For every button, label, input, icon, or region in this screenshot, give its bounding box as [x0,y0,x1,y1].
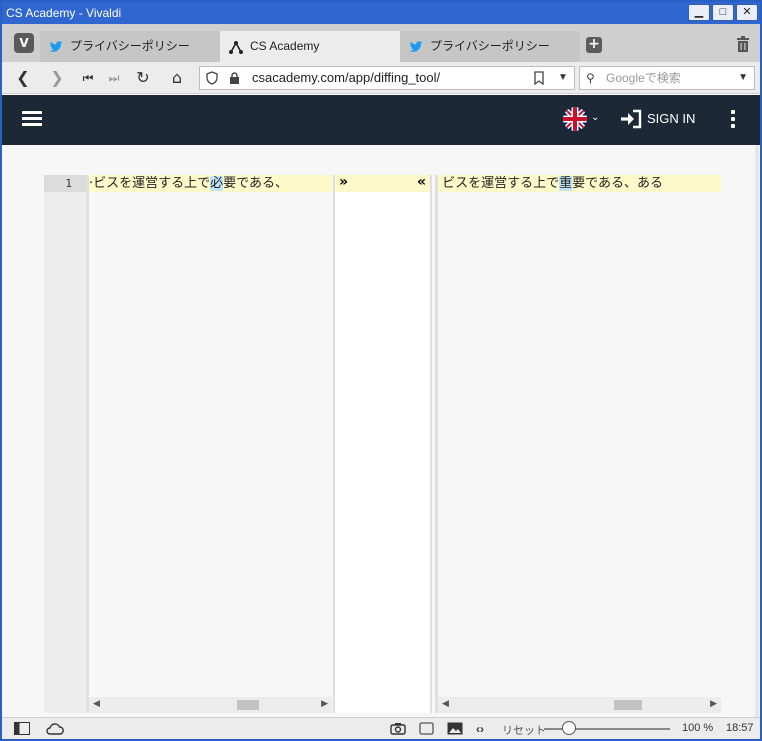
site-header: ⌄ SIGN IN [2,95,760,145]
search-field[interactable]: ⚲ Googleで検索 ▼ [579,66,755,90]
page-actions-icon[interactable]: ‹› [476,722,484,736]
merge-column: » « [333,174,432,713]
left-editor[interactable]: ·ビスを運営する上で必要である、 ◀ ▶ [86,175,332,713]
twitter-icon [409,41,423,52]
shield-icon[interactable] [206,71,218,85]
line-number: 1 [44,175,86,192]
url-dropdown-icon[interactable]: ▼ [558,67,568,89]
merge-to-right-button[interactable]: » [339,174,348,190]
scroll-left-arrow[interactable]: ◀ [93,699,100,709]
zoom-slider-knob[interactable] [562,721,576,735]
trash-icon[interactable] [736,36,750,53]
image-toggle-icon[interactable] [447,722,463,735]
line-number-gutter: 1 [44,175,86,713]
merge-row: » « [335,174,430,192]
lock-icon [230,72,239,84]
tab-privacy-policy-2[interactable]: プライバシーポリシー [400,31,580,62]
bookmark-icon[interactable] [534,71,544,85]
left-horizontal-scrollbar[interactable]: ◀ ▶ [89,697,332,713]
search-icon: ⚲ [586,71,595,85]
minimize-button[interactable]: ▁ [688,4,710,21]
scroll-left-arrow[interactable]: ◀ [442,699,449,709]
browser-window: CS Academy - Vivaldi ▁ □ ✕ V プライバシーポリシー … [0,0,762,741]
tab-cs-academy[interactable]: CS Academy [220,31,400,62]
right-text-after: 要である、ある [572,176,664,191]
csacademy-icon [229,41,243,54]
tab-label: CS Academy [250,39,320,53]
scroll-thumb[interactable] [614,700,642,710]
address-bar: ❮ ❯ ⏮ ⏭ ↻ ⌂ csacademy.com/app/diffing_to… [2,62,760,94]
vivaldi-menu-icon[interactable]: V [14,33,34,53]
uk-flag-icon[interactable] [563,107,587,131]
menu-icon[interactable] [22,111,42,127]
tab-privacy-policy-1[interactable]: プライバシーポリシー [40,31,220,62]
back-icon[interactable]: ❮ [14,69,32,87]
close-button[interactable]: ✕ [736,4,758,21]
tab-label: プライバシーポリシー [430,39,550,53]
left-changed-char: 必 [210,176,224,191]
sign-in-icon[interactable] [620,109,642,129]
window-title: CS Academy - Vivaldi [6,6,122,20]
left-text-before: ·ビスを運営する上で [89,176,211,191]
url-text: csacademy.com/app/diffing_tool/ [252,70,441,85]
panel-toggle-icon[interactable] [14,722,30,735]
page-vertical-scrollbar[interactable] [755,145,759,717]
tab-label: プライバシーポリシー [70,39,190,53]
clock: 18:57 [726,722,754,734]
status-bar: ‹› リセット 100 % 18:57 [2,717,760,739]
new-tab-icon[interactable]: + [586,37,602,53]
right-text-before: ビスを運営する上で [442,176,560,191]
window-controls: ▁ □ ✕ [688,4,758,21]
merge-to-left-button[interactable]: « [417,174,426,190]
twitter-icon [49,41,63,52]
title-bar: CS Academy - Vivaldi ▁ □ ✕ [2,2,760,24]
more-options-icon[interactable] [731,110,735,128]
diff-tool: 1 ·ビスを運営する上で必要である、 ◀ ▶ » « ビスを運営する上で重要であ… [2,145,760,717]
left-text-after: 要である、 [223,176,289,191]
zoom-level: 100 % [682,722,714,734]
scroll-right-arrow[interactable]: ▶ [321,699,328,709]
home-icon[interactable]: ⌂ [168,69,186,87]
scroll-thumb[interactable] [237,700,259,710]
sign-in-button[interactable]: SIGN IN [647,111,695,126]
right-editor[interactable]: ビスを運営する上で重要である、ある ◀ ▶ [435,175,721,713]
sync-cloud-icon[interactable] [46,722,64,735]
forward-icon[interactable]: ❯ [48,69,66,87]
right-changed-char: 重 [559,176,573,191]
scroll-right-arrow[interactable]: ▶ [710,699,717,709]
language-dropdown-icon[interactable]: ⌄ [591,112,599,123]
camera-icon[interactable] [390,722,406,735]
maximize-button[interactable]: □ [712,4,734,21]
url-field[interactable]: csacademy.com/app/diffing_tool/ ▼ [199,66,575,90]
left-line[interactable]: ·ビスを運営する上で必要である、 [89,175,332,192]
rewind-icon[interactable]: ⏮ [79,69,97,87]
zoom-reset-button[interactable]: リセット [502,722,546,738]
fast-forward-icon[interactable]: ⏭ [105,69,123,87]
right-horizontal-scrollbar[interactable]: ◀ ▶ [438,697,721,713]
tab-strip: V プライバシーポリシー CS Academy プライバシーポリシー + [2,24,760,62]
page-tiling-icon[interactable] [419,722,434,735]
search-placeholder: Googleで検索 [606,71,681,85]
right-line[interactable]: ビスを運営する上で重要である、ある [438,175,721,192]
reload-icon[interactable]: ↻ [134,69,152,87]
search-engine-dropdown-icon[interactable]: ▼ [738,67,748,89]
